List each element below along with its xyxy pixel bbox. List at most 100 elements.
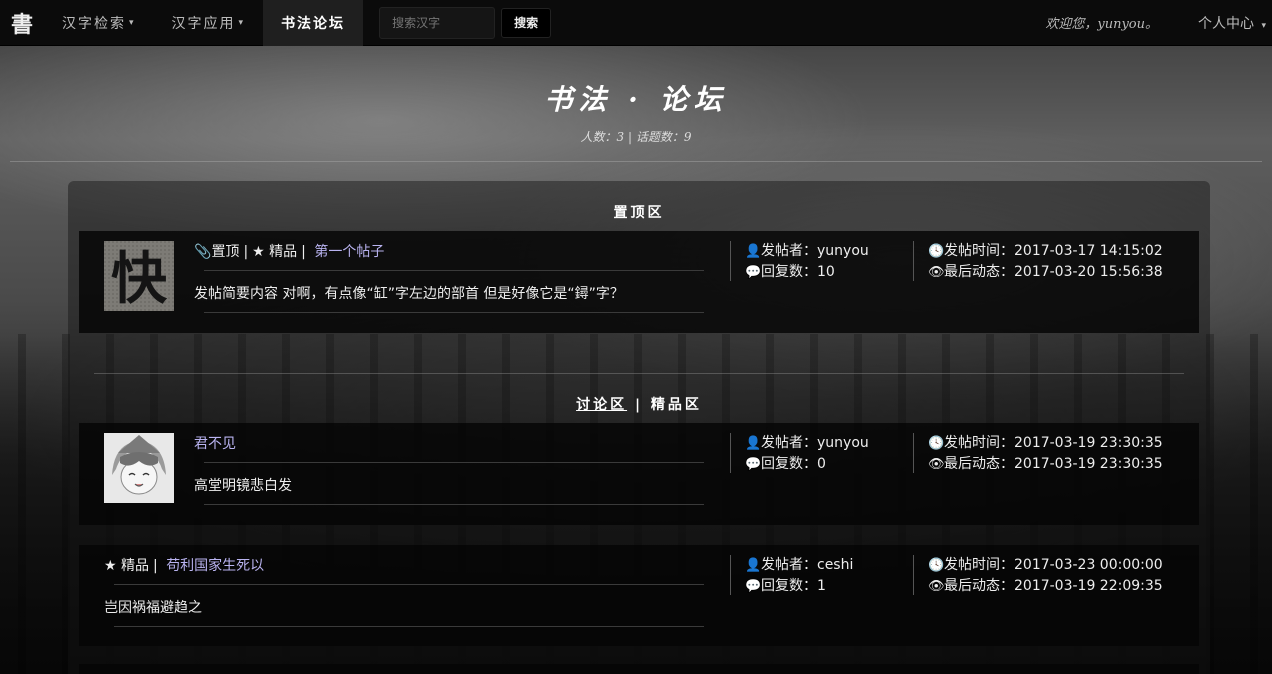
paperclip-icon: 📎 <box>194 244 212 260</box>
tab-discussion[interactable]: 讨论区 <box>576 397 627 413</box>
poster-label: 发帖者： <box>761 243 817 259</box>
post-header: ★ 精品 | 苟利国家生死以 <box>104 555 264 575</box>
tab-featured[interactable]: 精品区 <box>651 397 702 413</box>
tag-separator: | <box>243 244 249 260</box>
eye-icon: 👁 <box>928 265 945 280</box>
brand-logo[interactable]: 書 <box>0 7 44 39</box>
user-center-menu[interactable]: 个人中心 ▾ <box>1198 13 1272 33</box>
star-icon: ★ <box>252 244 270 260</box>
avatar[interactable]: 快 <box>104 241 174 312</box>
divider <box>114 584 704 585</box>
page-title: 书法 · 论坛 <box>544 83 728 116</box>
top-navbar: 書 汉字检索 ▾ 汉字应用 ▾ 书法论坛 搜索 欢迎您，yunyou。 个人中心… <box>0 0 1272 46</box>
reply-count: 0 <box>817 456 826 472</box>
post-time: 2017-03-19 23:30:35 <box>1014 435 1163 451</box>
post-header: 君不见 <box>194 433 236 453</box>
avatar-calligraphy-image: 快 <box>104 241 174 312</box>
section-title-discussion: 讨论区 | 精品区 <box>68 394 1210 414</box>
post-author-meta: 👤发帖者：yunyou 💬回复数：0 <box>745 433 869 475</box>
comment-icon: 💬 <box>745 457 762 472</box>
section-title-pinned: 置顶区 <box>613 205 665 221</box>
chevron-down-icon: ▾ <box>1261 20 1266 31</box>
post-time-label: 发帖时间： <box>944 435 1014 451</box>
replies-label: 回复数： <box>761 578 817 594</box>
divider <box>913 241 914 281</box>
divider <box>730 555 731 595</box>
star-icon: ★ <box>104 558 122 574</box>
search-input[interactable] <box>379 6 496 39</box>
post-time-meta: 🕓发帖时间：2017-03-17 14:15:02 👁最后动态：2017-03-… <box>928 241 1163 283</box>
chevron-down-icon: ▾ <box>129 17 136 28</box>
forum-header: 书法 · 论坛 人数：3 | 话题数：9 <box>0 46 1272 145</box>
clock-icon: 🕓 <box>928 436 945 451</box>
replies-label: 回复数： <box>761 264 817 280</box>
clock-icon: 🕓 <box>928 244 945 259</box>
eye-icon: 👁 <box>928 579 945 594</box>
nav-calligraphy-forum[interactable]: 书法论坛 <box>263 0 364 46</box>
user-center-label: 个人中心 <box>1198 15 1255 32</box>
post-time-meta: 🕓发帖时间：2017-03-19 23:30:35 👁最后动态：2017-03-… <box>928 433 1163 475</box>
divider <box>204 504 704 505</box>
divider <box>913 555 914 595</box>
user-icon: 👤 <box>745 244 762 259</box>
tag-featured: 精品 <box>121 558 150 574</box>
nav-character-application-label: 汉字应用 <box>171 15 236 32</box>
last-activity: 2017-03-19 23:30:35 <box>1014 456 1163 472</box>
avatar-anime-image <box>104 433 174 503</box>
reply-count: 1 <box>817 578 826 594</box>
poster-name[interactable]: yunyou <box>817 435 869 451</box>
replies-label: 回复数： <box>761 456 817 472</box>
post-item: 快 📎置顶 | ★ 精品 | 第一个帖子 发帖简要内容 对啊，有点像“缸”字左边的部首… <box>79 231 1199 333</box>
post-author-meta: 👤发帖者：ceshi 💬回复数：1 <box>745 555 853 597</box>
tag-separator: | <box>301 244 306 260</box>
post-time: 2017-03-23 00:00:00 <box>1014 557 1163 573</box>
search-button[interactable]: 搜索 <box>501 7 552 38</box>
nav-character-search[interactable]: 汉字检索 ▾ <box>44 0 154 46</box>
post-title-link[interactable]: 第一个帖子 <box>314 244 384 260</box>
post-item-partial <box>79 664 1199 674</box>
nav-character-search-label: 汉字检索 <box>62 15 126 32</box>
post-title-link[interactable]: 苟利国家生死以 <box>166 558 264 574</box>
post-summary: 发帖简要内容 对啊，有点像“缸”字左边的部首 但是好像它是“鐞”字？ <box>194 286 624 302</box>
nav-calligraphy-forum-label: 书法论坛 <box>281 15 346 32</box>
avatar-character: 快 <box>111 246 168 311</box>
poster-name[interactable]: yunyou <box>817 243 869 259</box>
last-activity-label: 最后动态： <box>944 456 1014 472</box>
nav-right-group: 欢迎您，yunyou。 个人中心 ▾ <box>1045 0 1272 46</box>
tag-pinned: 置顶 <box>211 244 240 260</box>
comment-icon: 💬 <box>745 265 762 280</box>
divider <box>10 161 1262 162</box>
divider <box>114 626 704 627</box>
last-activity: 2017-03-20 15:56:38 <box>1014 264 1163 280</box>
post-summary: 高堂明镜悲白发 <box>194 478 292 494</box>
nav-character-application[interactable]: 汉字应用 ▾ <box>154 0 264 46</box>
post-header: 📎置顶 | ★ 精品 | 第一个帖子 <box>194 241 384 261</box>
last-activity: 2017-03-19 22:09:35 <box>1014 578 1163 594</box>
user-icon: 👤 <box>745 558 762 573</box>
post-item: ★ 精品 | 苟利国家生死以 岂因祸福避趋之 👤发帖者：ceshi 💬回复数：1 … <box>79 545 1199 646</box>
eye-icon: 👁 <box>928 457 945 472</box>
poster-name[interactable]: ceshi <box>817 557 853 573</box>
poster-label: 发帖者： <box>761 435 817 451</box>
divider <box>204 312 704 313</box>
post-author-meta: 👤发帖者：yunyou 💬回复数：10 <box>745 241 869 283</box>
post-time-label: 发帖时间： <box>944 243 1014 259</box>
post-title-link[interactable]: 君不见 <box>194 436 236 452</box>
divider <box>730 433 731 473</box>
post-summary: 岂因祸福避趋之 <box>104 600 202 616</box>
post-time-label: 发帖时间： <box>944 557 1014 573</box>
comment-icon: 💬 <box>745 579 762 594</box>
forum-stats: 人数：3 | 话题数：9 <box>580 130 692 144</box>
divider <box>204 462 704 463</box>
tag-separator: | <box>153 558 158 574</box>
post-time: 2017-03-17 14:15:02 <box>1014 243 1163 259</box>
post-time-meta: 🕓发帖时间：2017-03-23 00:00:00 👁最后动态：2017-03-… <box>928 555 1163 597</box>
divider <box>730 241 731 281</box>
welcome-text: 欢迎您，yunyou。 <box>1045 17 1159 32</box>
divider <box>204 270 704 271</box>
tag-featured: 精品 <box>269 244 298 260</box>
poster-label: 发帖者： <box>761 557 817 573</box>
avatar[interactable] <box>104 433 174 503</box>
section-separator: | <box>634 397 644 413</box>
divider <box>913 433 914 473</box>
